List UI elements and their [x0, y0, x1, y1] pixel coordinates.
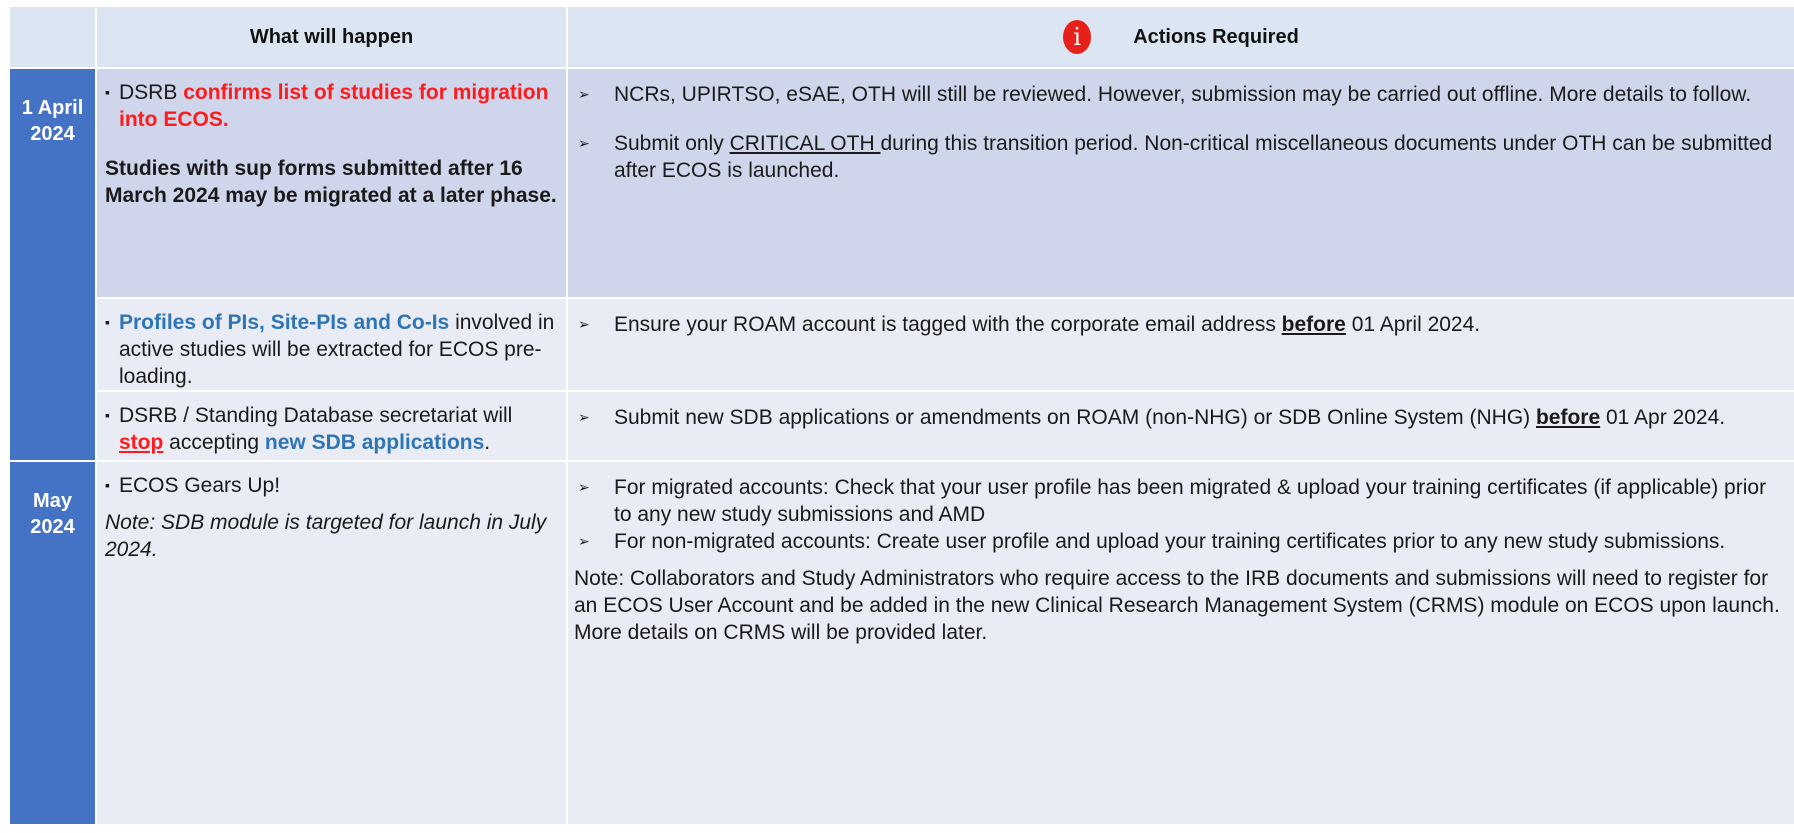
- list-item: ▪ DSRB / Standing Database secretariat w…: [105, 402, 560, 456]
- header-what: What will happen: [95, 5, 568, 69]
- actions-cell: ➢ Submit new SDB applications or amendme…: [566, 390, 1794, 462]
- actions-cell: ➢ NCRs, UPIRTSO, eSAE, OTH will still be…: [566, 67, 1794, 299]
- list-item: ➢ For migrated accounts: Check that your…: [574, 474, 1786, 528]
- action-text: 01 Apr 2024.: [1600, 406, 1726, 429]
- header-corner: [8, 5, 97, 69]
- action-text: For non-migrated accounts: Create user p…: [614, 530, 1726, 553]
- what-cell: ▪ DSRB confirms list of studies for migr…: [95, 67, 568, 299]
- what-text: DSRB: [119, 81, 184, 104]
- square-bullet-icon: ▪: [105, 477, 110, 493]
- header-row: What will happen i Actions Required: [8, 5, 1794, 69]
- table-row: ▪ Profiles of PIs, Site-PIs and Co-Is in…: [9, 297, 1794, 392]
- arrow-bullet-icon: ➢: [578, 533, 590, 549]
- action-emphasis: before: [1281, 313, 1346, 336]
- what-cell: ▪ ECOS Gears Up! Note: SDB module is tar…: [95, 460, 568, 826]
- date-label: 1 April 2024: [21, 97, 84, 145]
- square-bullet-icon: ▪: [105, 314, 110, 330]
- what-text: accepting: [163, 431, 265, 454]
- actions-cell: ➢ Ensure your ROAM account is tagged wit…: [566, 297, 1794, 392]
- header-actions: i Actions Required: [566, 5, 1794, 69]
- table-row: 1 April 2024 ▪ DSRB confirms list of stu…: [8, 67, 1794, 462]
- table-row: ▪ DSRB / Standing Database secretariat w…: [9, 390, 1794, 462]
- what-highlight: Profiles of PIs, Site-PIs and Co-Is: [119, 311, 450, 334]
- arrow-bullet-icon: ➢: [578, 86, 590, 102]
- square-bullet-icon: ▪: [105, 407, 110, 423]
- what-highlight: confirms list of studies for migration i…: [119, 81, 549, 131]
- action-emphasis: before: [1535, 406, 1601, 429]
- list-item: ➢ Submit new SDB applications or amendme…: [574, 404, 1786, 431]
- what-cell: ▪ Profiles of PIs, Site-PIs and Co-Is in…: [95, 297, 568, 392]
- header-actions-label: Actions Required: [1133, 25, 1299, 48]
- action-text: Submit only: [614, 132, 730, 155]
- date-cell-may: May 2024: [8, 460, 97, 826]
- what-text: ECOS Gears Up!: [119, 474, 281, 497]
- actions-note: Note: Collaborators and Study Administra…: [574, 567, 1780, 644]
- date-cell-april: 1 April 2024: [8, 67, 97, 462]
- action-text: Submit new SDB applications or amendment…: [614, 406, 1536, 429]
- what-text: .: [484, 431, 491, 454]
- action-text: For migrated accounts: Check that your u…: [614, 476, 1767, 526]
- arrow-bullet-icon: ➢: [578, 135, 590, 151]
- list-item: ➢ Submit only CRITICAL OTH during this t…: [574, 130, 1786, 184]
- arrow-bullet-icon: ➢: [578, 409, 590, 425]
- what-note: Studies with sup forms submitted after 1…: [105, 157, 557, 207]
- list-item: ➢ For non-migrated accounts: Create user…: [574, 528, 1786, 555]
- date-label: May 2024: [30, 490, 75, 538]
- what-highlight: new SDB applications: [264, 431, 485, 454]
- table-row: May 2024 ▪ ECOS Gears Up! Note: SDB modu…: [8, 460, 1794, 826]
- actions-cell: ➢ For migrated accounts: Check that your…: [566, 460, 1794, 826]
- list-item: ▪ Profiles of PIs, Site-PIs and Co-Is in…: [105, 309, 560, 390]
- action-text: Ensure your ROAM account is tagged with …: [614, 313, 1282, 336]
- what-stop: stop: [119, 431, 164, 454]
- action-text: NCRs, UPIRTSO, eSAE, OTH will still be r…: [614, 83, 1752, 106]
- square-bullet-icon: ▪: [105, 84, 110, 100]
- arrow-bullet-icon: ➢: [578, 316, 590, 332]
- what-note: Note: SDB module is targeted for launch …: [105, 511, 547, 561]
- what-text: DSRB / Standing Database secretariat wil…: [119, 404, 513, 427]
- list-item: ▪ DSRB confirms list of studies for migr…: [105, 79, 560, 133]
- list-item: ▪ ECOS Gears Up!: [105, 472, 560, 499]
- list-item: ➢ NCRs, UPIRTSO, eSAE, OTH will still be…: [574, 81, 1786, 108]
- migration-timeline-table: What will happen i Actions Required 1 Ap…: [8, 5, 1794, 826]
- info-icon: i: [1063, 20, 1092, 54]
- arrow-bullet-icon: ➢: [578, 479, 590, 495]
- what-cell: ▪ DSRB / Standing Database secretariat w…: [95, 390, 568, 462]
- header-what-label: What will happen: [249, 25, 414, 48]
- action-emphasis: CRITICAL OTH: [729, 132, 881, 155]
- action-text: 01 April 2024.: [1345, 313, 1481, 336]
- list-item: ➢ Ensure your ROAM account is tagged wit…: [574, 311, 1786, 338]
